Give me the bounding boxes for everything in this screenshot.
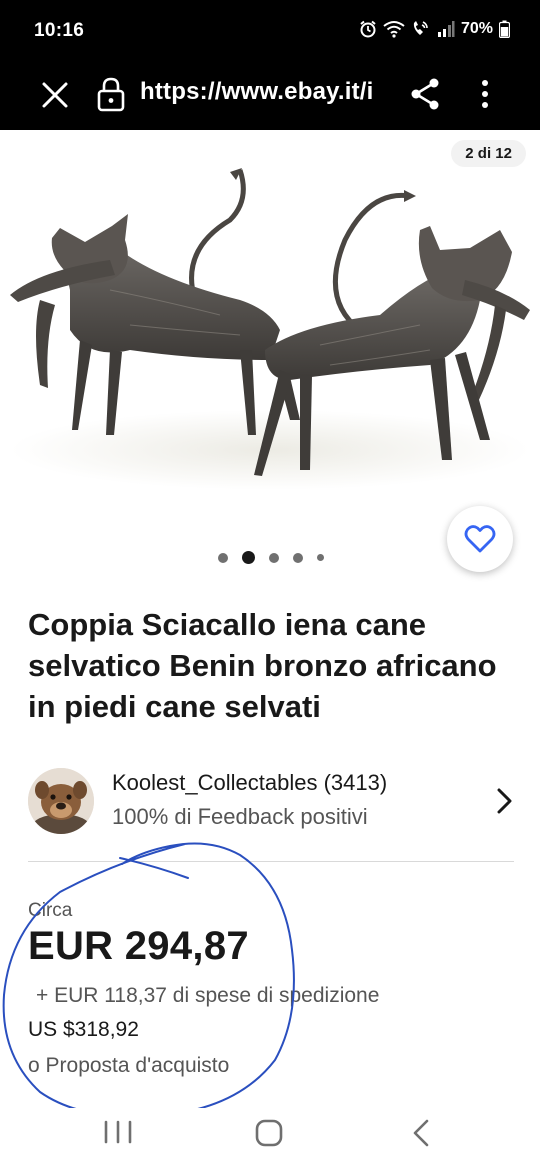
carousel-dot-active[interactable] — [242, 551, 255, 564]
seller-feedback: 100% di Feedback positivi — [112, 804, 368, 829]
close-icon[interactable] — [38, 78, 72, 112]
heart-icon — [464, 525, 496, 553]
back-icon[interactable] — [406, 1114, 436, 1152]
seller-avatar — [28, 768, 94, 834]
price: EUR 294,87 — [28, 924, 249, 968]
product-image[interactable] — [0, 130, 540, 533]
chevron-right-icon[interactable] — [492, 786, 516, 816]
usd-price: US $318,92 — [28, 1018, 139, 1041]
recent-apps-icon[interactable] — [100, 1118, 136, 1146]
wifi-calling-icon — [413, 21, 428, 35]
carousel-dot[interactable] — [269, 552, 279, 563]
image-counter: 2 di 12 — [451, 140, 526, 167]
url-field[interactable]: https://www.ebay.it/i — [140, 78, 390, 106]
browser-toolbar: https://www.ebay.it/i — [0, 60, 540, 130]
watch-button[interactable] — [447, 506, 513, 572]
listing-title: Coppia Sciacallo iena cane selvatico Ben… — [28, 607, 497, 724]
approx-label: Circa — [28, 900, 73, 921]
carousel-dot[interactable] — [218, 552, 228, 563]
carousel-dot[interactable] — [293, 552, 303, 563]
more-vert-icon[interactable] — [472, 76, 498, 112]
carousel-dots[interactable] — [218, 551, 324, 564]
home-icon[interactable] — [250, 1114, 288, 1152]
signal-icon — [437, 21, 455, 37]
status-icons: 70% — [359, 20, 510, 38]
battery-icon — [499, 20, 510, 38]
wifi-icon — [383, 21, 405, 38]
status-bar: 10:16 70% — [0, 0, 540, 60]
status-time: 10:16 — [34, 20, 85, 41]
carousel-dot[interactable] — [317, 554, 324, 561]
divider — [28, 861, 514, 862]
shipping-cost: + EUR 118,37 di spese di spedizione — [36, 984, 380, 1007]
system-nav-bar — [0, 1108, 540, 1170]
image-gallery[interactable]: 2 di 12 — [0, 130, 540, 533]
alarm-icon — [360, 20, 376, 38]
share-icon[interactable] — [408, 76, 442, 112]
lock-icon[interactable] — [96, 76, 126, 112]
battery-percent: 70% — [460, 20, 493, 37]
best-offer-label: o Proposta d'acquisto — [28, 1054, 230, 1077]
hand-drawn-circle-annotation — [2, 842, 295, 1118]
seller-name[interactable]: Koolest_Collectables (3413) — [112, 770, 387, 796]
seller-row[interactable]: Koolest_Collectables (3413) 100% di Feed… — [0, 764, 540, 836]
